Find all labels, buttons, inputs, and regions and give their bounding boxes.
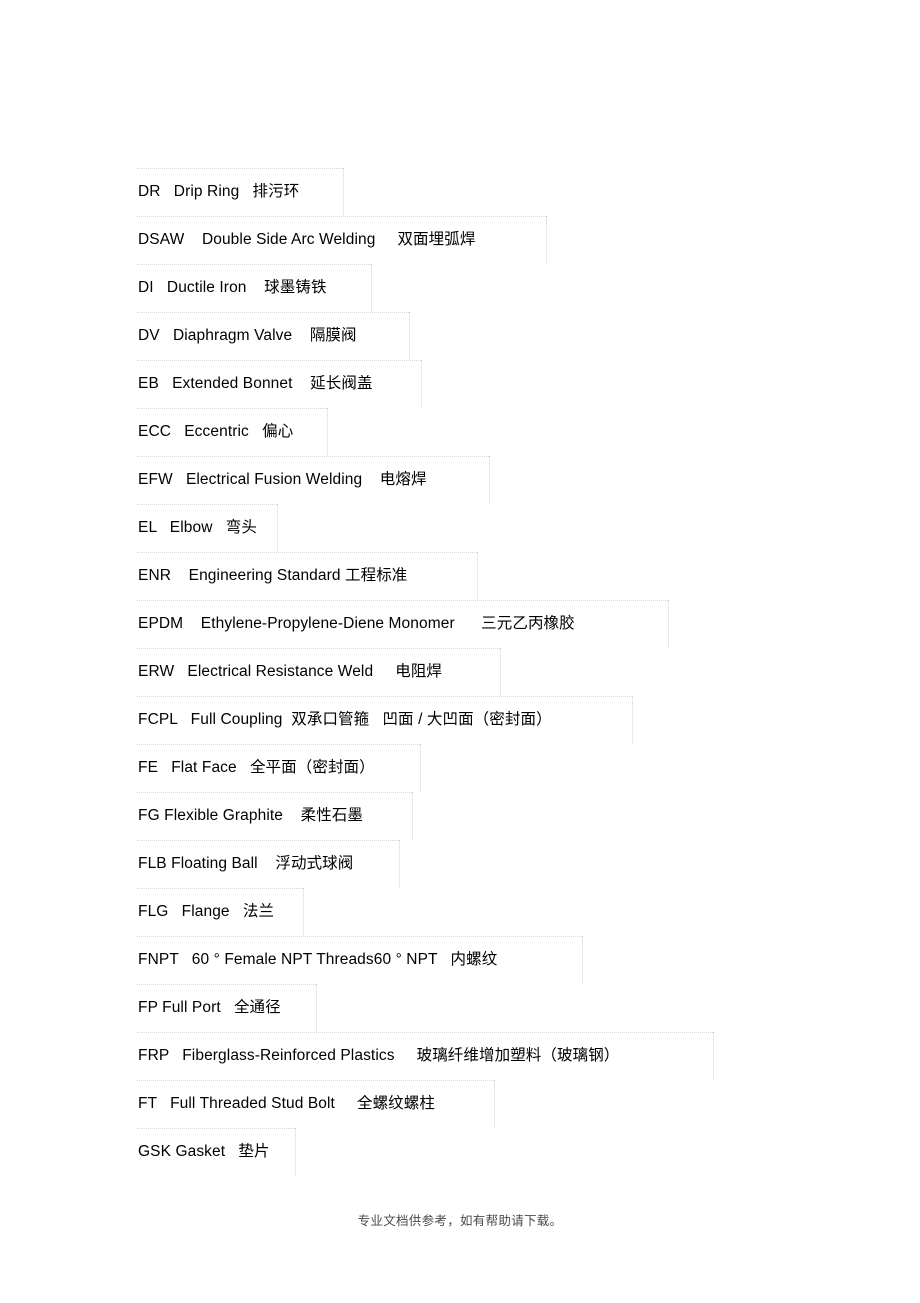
- glossary-entry-text: EFW Electrical Fusion Welding 电熔焊: [138, 471, 427, 489]
- glossary-entry-text: GSK Gasket 垫片: [138, 1143, 270, 1161]
- glossary-row: FP Full Port 全通径: [137, 984, 757, 1032]
- row-divider: [137, 504, 277, 505]
- footer-note: 专业文档供参考，如有帮助请下载。: [357, 1214, 563, 1228]
- glossary-entry-text: DV Diaphragm Valve 隔膜阀: [138, 327, 357, 345]
- glossary-entry-text: ENR Engineering Standard 工程标准: [138, 567, 408, 585]
- glossary-entry-text: FT Full Threaded Stud Bolt 全螺纹螺柱: [138, 1095, 435, 1113]
- glossary-row: GSK Gasket 垫片: [137, 1128, 757, 1176]
- glossary-row: FLB Floating Ball 浮动式球阀: [137, 840, 757, 888]
- row-divider: [137, 936, 582, 937]
- row-divider: [137, 840, 399, 841]
- document-page: DR Drip Ring 排污环 DSAW Double Side Arc Wel…: [0, 0, 920, 1303]
- glossary-row: FT Full Threaded Stud Bolt 全螺纹螺柱: [137, 1080, 757, 1128]
- glossary-entry-text: FCPL Full Coupling 双承口管箍 凹面 / 大凹面（密封面）: [138, 711, 552, 729]
- glossary-row: FCPL Full Coupling 双承口管箍 凹面 / 大凹面（密封面）: [137, 696, 757, 744]
- glossary-entry-text: ERW Electrical Resistance Weld 电阻焊: [138, 663, 443, 681]
- glossary-row: EFW Electrical Fusion Welding 电熔焊: [137, 456, 757, 504]
- glossary-entry-text: FRP Fiberglass-Reinforced Plastics 玻璃纤维增…: [138, 1047, 620, 1065]
- glossary-row: FLG Flange 法兰: [137, 888, 757, 936]
- glossary-row: ENR Engineering Standard 工程标准: [137, 552, 757, 600]
- row-divider: [137, 792, 412, 793]
- glossary-entry-text: DSAW Double Side Arc Welding 双面埋弧焊: [138, 231, 476, 249]
- row-divider: [137, 696, 632, 697]
- glossary-row: ECC Eccentric 偏心: [137, 408, 757, 456]
- glossary-entry-text: EPDM Ethylene-Propylene-Diene Monomer 三元…: [138, 615, 575, 633]
- glossary-entry-text: FLG Flange 法兰: [138, 903, 275, 921]
- row-divider: [137, 216, 546, 217]
- row-divider: [137, 1080, 494, 1081]
- glossary-row: FE Flat Face 全平面（密封面）: [137, 744, 757, 792]
- glossary-entry-text: FNPT 60 ° Female NPT Threads60 ° NPT 内螺纹: [138, 951, 498, 969]
- row-divider: [137, 744, 420, 745]
- glossary-entry-text: EB Extended Bonnet 延长阀盖: [138, 375, 373, 393]
- glossary-entry-text: ECC Eccentric 偏心: [138, 423, 294, 441]
- glossary-row: EL Elbow 弯头: [137, 504, 757, 552]
- row-divider: [137, 360, 421, 361]
- row-divider: [137, 648, 500, 649]
- row-divider: [137, 456, 489, 457]
- glossary-entry-text: FLB Floating Ball 浮动式球阀: [138, 855, 354, 873]
- glossary-row: FNPT 60 ° Female NPT Threads60 ° NPT 内螺纹: [137, 936, 757, 984]
- glossary-row: DR Drip Ring 排污环: [137, 168, 757, 216]
- row-divider: [137, 552, 477, 553]
- row-divider: [137, 168, 343, 169]
- glossary-entry-text: DR Drip Ring 排污环: [138, 183, 300, 201]
- glossary-entry-text: DI Ductile Iron 球墨铸铁: [138, 279, 327, 297]
- row-divider: [137, 984, 316, 985]
- row-divider: [137, 600, 668, 601]
- glossary-entry-text: EL Elbow 弯头: [138, 519, 257, 537]
- row-divider: [137, 888, 303, 889]
- row-divider: [137, 408, 327, 409]
- row-divider: [137, 312, 409, 313]
- glossary-row: ERW Electrical Resistance Weld 电阻焊: [137, 648, 757, 696]
- glossary-entry-text: FG Flexible Graphite 柔性石墨: [138, 807, 364, 825]
- glossary-table: DR Drip Ring 排污环 DSAW Double Side Arc Wel…: [137, 168, 757, 1176]
- row-divider: [137, 1128, 295, 1129]
- glossary-row: EPDM Ethylene-Propylene-Diene Monomer 三元…: [137, 600, 757, 648]
- glossary-row: DSAW Double Side Arc Welding 双面埋弧焊: [137, 216, 757, 264]
- glossary-row: FG Flexible Graphite 柔性石墨: [137, 792, 757, 840]
- glossary-entry-text: FP Full Port 全通径: [138, 999, 281, 1017]
- row-divider: [137, 264, 371, 265]
- glossary-row: DI Ductile Iron 球墨铸铁: [137, 264, 757, 312]
- glossary-row: EB Extended Bonnet 延长阀盖: [137, 360, 757, 408]
- row-divider: [137, 1032, 713, 1033]
- glossary-entry-text: FE Flat Face 全平面（密封面）: [138, 759, 375, 777]
- glossary-row: DV Diaphragm Valve 隔膜阀: [137, 312, 757, 360]
- glossary-row: FRP Fiberglass-Reinforced Plastics 玻璃纤维增…: [137, 1032, 757, 1080]
